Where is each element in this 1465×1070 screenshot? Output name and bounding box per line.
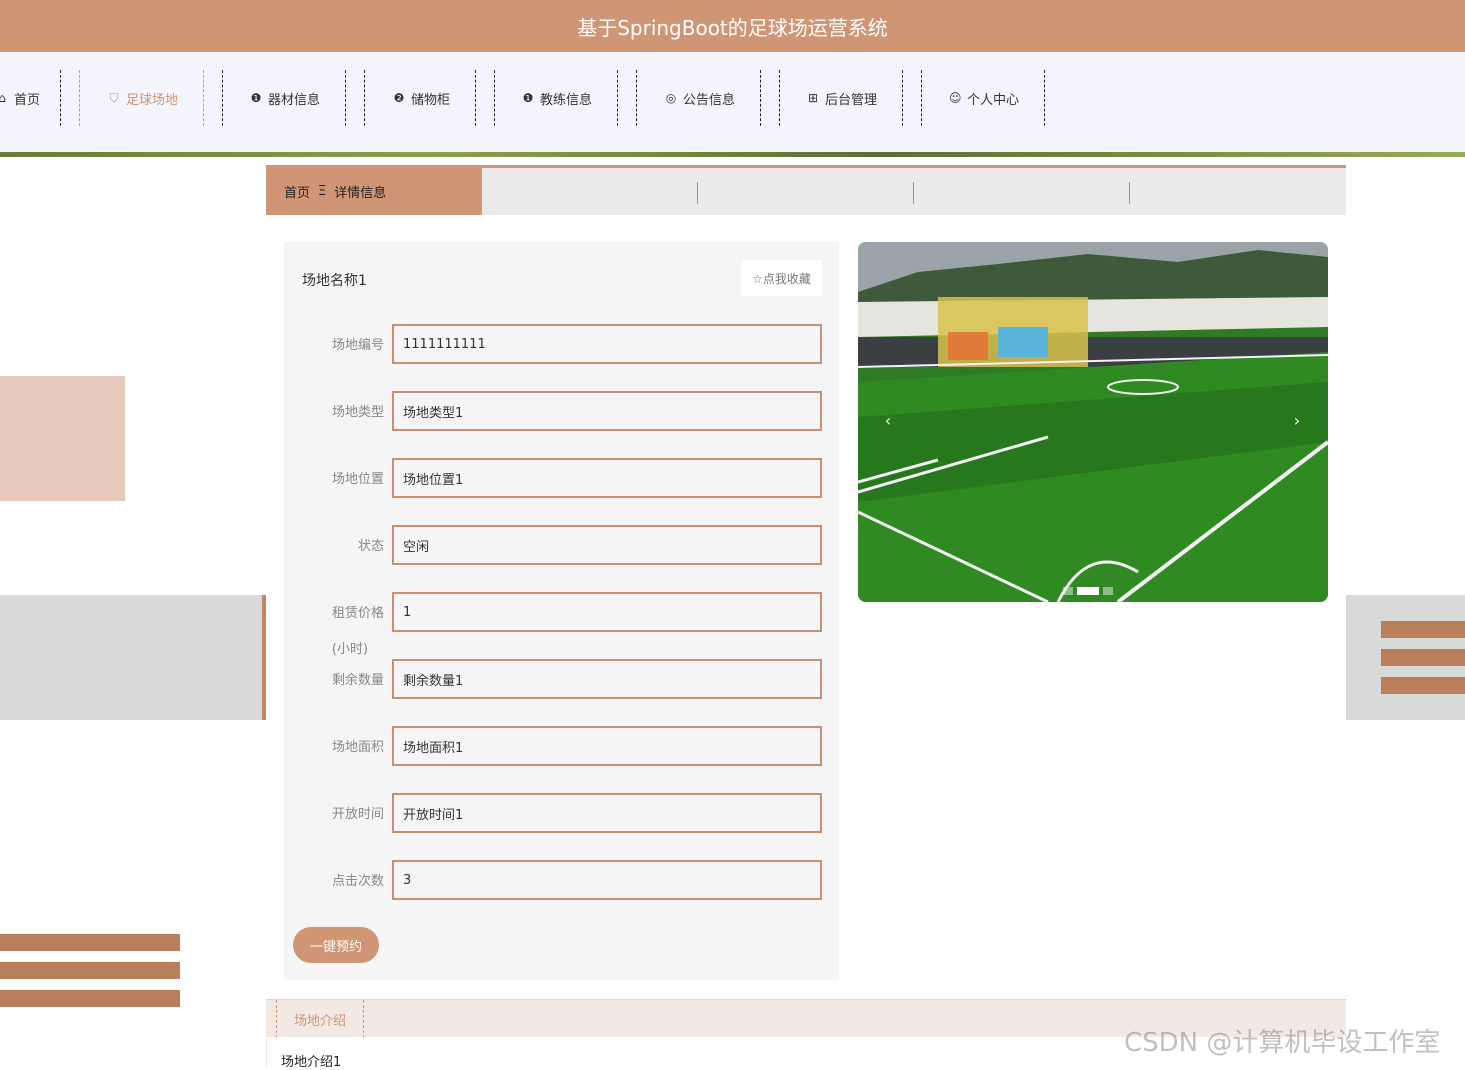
field-label: 剩余数量 xyxy=(331,673,384,688)
info-circle-icon: ❶ xyxy=(522,91,534,105)
carousel-dot-active[interactable] xyxy=(1077,587,1099,595)
field-label: 场地编号 xyxy=(331,338,384,353)
nav-divider xyxy=(617,70,618,126)
breadcrumb-separator-icon: Ξ xyxy=(318,184,327,199)
nav-divider xyxy=(1044,70,1045,126)
watermark: CSDN @计算机毕设工作室 xyxy=(1124,1028,1441,1058)
rental-price-input[interactable] xyxy=(392,592,822,632)
clock-icon: ◎ xyxy=(665,91,677,105)
nav-divider xyxy=(760,70,761,126)
favorite-button[interactable]: ☆点我收藏 xyxy=(741,260,822,296)
click-count-input[interactable] xyxy=(392,860,822,900)
nav-item-label: 储物柜 xyxy=(411,92,451,108)
tab-field-intro[interactable]: 场地介绍 xyxy=(276,1000,364,1038)
field-label: 场地类型 xyxy=(331,405,384,420)
nav-divider xyxy=(222,70,223,126)
carousel-dot[interactable] xyxy=(1103,587,1113,595)
nav-divider xyxy=(203,70,204,126)
nav-divider xyxy=(921,70,922,126)
nav-item-label: 公告信息 xyxy=(683,92,736,108)
field-location-input[interactable] xyxy=(392,458,822,498)
breadcrumb-home[interactable]: 首页 xyxy=(284,182,310,201)
carousel-indicators xyxy=(1063,587,1113,595)
nav-divider xyxy=(79,70,80,126)
user-icon: ☺ xyxy=(949,91,962,105)
app-title: 基于SpringBoot的足球场运营系统 xyxy=(577,15,888,40)
nav-item-profile[interactable]: ☺ 个人中心 xyxy=(949,70,1019,126)
field-label: 场地面积 xyxy=(331,740,384,755)
nav-divider xyxy=(494,70,495,126)
decorative-stripe xyxy=(0,934,180,951)
nav-item-announcement[interactable]: ◎ 公告信息 xyxy=(665,70,735,126)
status-input[interactable] xyxy=(392,525,822,565)
remaining-quantity-input[interactable] xyxy=(392,659,822,699)
nav-item-label: 后台管理 xyxy=(825,92,878,108)
nav-item-home[interactable]: ⌂ 首页 xyxy=(0,70,40,126)
gift-icon: ⊞ xyxy=(807,91,819,105)
info-circle-icon: ❶ xyxy=(250,91,262,105)
nav-item-label: 教练信息 xyxy=(540,92,593,108)
nav-divider xyxy=(60,70,61,126)
nav-item-label: 个人中心 xyxy=(967,92,1020,108)
breadcrumb-divider xyxy=(913,182,914,204)
decorative-block xyxy=(0,376,125,501)
breadcrumb-path: 首页 Ξ 详情信息 xyxy=(266,168,482,215)
nav-divider xyxy=(636,70,637,126)
field-image-carousel: ‹ › xyxy=(858,242,1328,602)
decorative-stripe xyxy=(1381,677,1465,694)
nav-divider xyxy=(364,70,365,126)
field-type-input[interactable] xyxy=(392,391,822,431)
decorative-stripe xyxy=(0,962,180,979)
nav-item-label: 首页 xyxy=(14,92,41,108)
carousel-dot[interactable] xyxy=(1063,587,1073,595)
opening-time-input[interactable] xyxy=(392,793,822,833)
nav-item-football-field[interactable]: ⛉ 足球场地 xyxy=(108,70,178,126)
detail-panel: 场地名称1 ☆点我收藏 场地编号 场地类型 场地位置 状态 租赁价格 (小时) … xyxy=(284,242,839,980)
nav-item-label: 器材信息 xyxy=(268,92,321,108)
nav-item-coach[interactable]: ❶ 教练信息 xyxy=(522,70,592,126)
breadcrumb: 首页 Ξ 详情信息 xyxy=(266,165,1346,215)
nav-divider xyxy=(345,70,346,126)
football-field-photo xyxy=(858,242,1328,602)
nav-divider xyxy=(475,70,476,126)
intro-text: 场地介绍1 xyxy=(281,1055,342,1070)
field-label: 状态 xyxy=(357,539,384,554)
nav-divider xyxy=(902,70,903,126)
main-nav: ⌂ 首页 ⛉ 足球场地 ❶ 器材信息 ❷ 储物柜 ❶ 教练信息 ◎ 公告信息 ⊞… xyxy=(0,52,1465,152)
bag-icon: ⛉ xyxy=(109,90,119,105)
nav-item-locker[interactable]: ❷ 储物柜 xyxy=(393,70,450,126)
nav-banner-strip xyxy=(0,152,1465,157)
nav-divider xyxy=(779,70,780,126)
breadcrumb-divider xyxy=(1129,182,1130,204)
question-circle-icon: ❷ xyxy=(393,91,405,105)
app-title-bar: 基于SpringBoot的足球场运营系统 xyxy=(0,0,1465,52)
carousel-next-button[interactable]: › xyxy=(1285,408,1309,432)
nav-item-equipment[interactable]: ❶ 器材信息 xyxy=(250,70,320,126)
decorative-block xyxy=(0,595,266,720)
field-name-title: 场地名称1 xyxy=(302,273,367,289)
breadcrumb-current: 详情信息 xyxy=(334,186,387,201)
decorative-stripe xyxy=(1381,621,1465,638)
home-icon: ⌂ xyxy=(0,91,6,105)
nav-item-label: 足球场地 xyxy=(126,92,179,108)
decorative-stripe xyxy=(0,990,180,1007)
field-label: 开放时间 xyxy=(331,807,384,822)
field-label: 点击次数 xyxy=(331,874,384,889)
breadcrumb-divider xyxy=(697,182,698,204)
carousel-prev-button[interactable]: ‹ xyxy=(876,408,900,432)
decorative-stripe xyxy=(1381,649,1465,666)
field-number-input[interactable] xyxy=(392,324,822,364)
field-label: 租赁价格 xyxy=(331,606,384,621)
field-label-unit: (小时) xyxy=(331,642,369,657)
book-now-button[interactable]: 一键预约 xyxy=(293,927,379,963)
field-area-input[interactable] xyxy=(392,726,822,766)
field-label: 场地位置 xyxy=(331,472,384,487)
nav-item-admin[interactable]: ⊞ 后台管理 xyxy=(807,70,877,126)
